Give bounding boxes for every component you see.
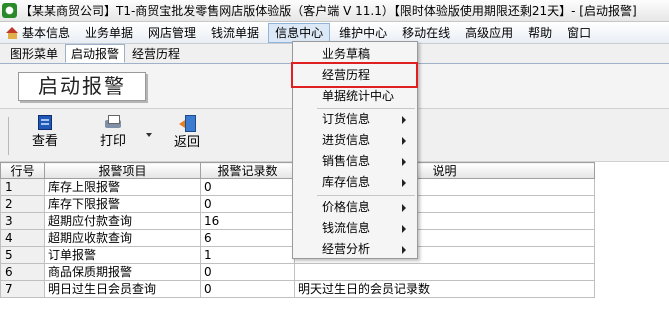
home-icon	[6, 26, 19, 39]
record-count-cell: 6	[200, 229, 295, 247]
dropdown-item-label: 业务草稿	[322, 47, 371, 61]
dropdown-item-label: 进货信息	[322, 133, 371, 147]
app-icon: ●	[2, 3, 17, 18]
record-count-cell: 0	[200, 263, 295, 281]
print-button[interactable]: 打印	[98, 115, 128, 150]
record-count-cell: 16	[200, 212, 295, 230]
dropdown-item-business-analysis[interactable]: 经营分析	[294, 239, 416, 260]
print-dropdown-arrow-icon[interactable]	[146, 133, 152, 137]
menu-advanced[interactable]: 高级应用	[459, 23, 519, 43]
submenu-arrow-icon	[402, 225, 406, 233]
view-button[interactable]: 查看	[30, 115, 60, 150]
alarm-item-cell: 订单报警	[44, 246, 201, 264]
dropdown-item-sales-info[interactable]: 销售信息	[294, 151, 416, 172]
dropdown-item-label: 价格信息	[322, 200, 371, 214]
row-number: 2	[0, 195, 45, 213]
menu-shop-management[interactable]: 网店管理	[142, 23, 202, 43]
description-cell: 明天过生日的会员记录数	[294, 280, 595, 298]
table-row[interactable]: 7 明日过生日会员查询 0 明天过生日的会员记录数	[0, 280, 595, 298]
alarm-item-cell: 超期应付款查询	[44, 212, 201, 230]
record-count-cell: 0	[200, 178, 295, 196]
printer-icon	[104, 115, 122, 130]
row-number: 1	[0, 178, 45, 196]
column-header-record-count[interactable]: 报警记录数	[200, 162, 295, 179]
alarm-item-cell: 库存上限报警	[44, 178, 201, 196]
dropdown-item-label: 订货信息	[322, 112, 371, 126]
submenu-arrow-icon	[402, 204, 406, 212]
window-title: 【某某商贸公司】T1-商贸宝批发零售网店版体验版（客户端 V 11.1）【限时体…	[20, 4, 637, 18]
record-count-cell: 0	[200, 280, 295, 298]
column-header-row-no[interactable]: 行号	[0, 162, 45, 179]
submenu-arrow-icon	[402, 137, 406, 145]
description-cell	[294, 263, 595, 281]
dropdown-item-label: 单据统计中心	[322, 89, 395, 103]
alarm-item-cell: 商品保质期报警	[44, 263, 201, 281]
alarm-item-cell: 明日过生日会员查询	[44, 280, 201, 298]
dropdown-item-inventory-info[interactable]: 库存信息	[294, 172, 416, 193]
menu-window[interactable]: 窗口	[561, 23, 597, 43]
title-bar: ● 【某某商贸公司】T1-商贸宝批发零售网店版体验版（客户端 V 11.1）【限…	[0, 0, 669, 22]
tab-startup-alarm[interactable]: 启动报警	[65, 44, 126, 63]
dropdown-item-cashflow-info[interactable]: 钱流信息	[294, 218, 416, 239]
dropdown-item-label: 钱流信息	[322, 221, 371, 235]
submenu-arrow-icon	[402, 246, 406, 254]
menu-cash-docs[interactable]: 钱流单据	[205, 23, 265, 43]
back-button[interactable]: 返回	[172, 115, 202, 151]
record-count-cell: 1	[200, 246, 295, 264]
row-number: 6	[0, 263, 45, 281]
back-icon	[179, 115, 196, 132]
dropdown-item-document-statistics[interactable]: 单据统计中心	[294, 86, 416, 107]
submenu-arrow-icon	[402, 158, 406, 166]
back-label: 返回	[173, 135, 200, 150]
table-row[interactable]: 6 商品保质期报警 0	[0, 263, 595, 281]
alarm-item-cell: 超期应收款查询	[44, 229, 201, 247]
tab-business-history[interactable]: 经营历程	[126, 44, 186, 63]
toolbar-divider	[8, 117, 9, 155]
menu-basic-info[interactable]: 基本信息	[4, 23, 76, 43]
highlight-box	[291, 62, 418, 88]
page-title: 启动报警	[18, 72, 146, 101]
dropdown-item-label: 经营分析	[322, 242, 371, 256]
menu-help[interactable]: 帮助	[522, 23, 558, 43]
submenu-arrow-icon	[402, 116, 406, 124]
record-count-cell: 0	[200, 195, 295, 213]
menu-info-center[interactable]: 信息中心	[268, 22, 331, 43]
submenu-arrow-icon	[402, 179, 406, 187]
row-number: 3	[0, 212, 45, 230]
menu-maintenance-center[interactable]: 维护中心	[333, 23, 393, 43]
dropdown-item-purchase-info[interactable]: 进货信息	[294, 130, 416, 151]
view-label: 查看	[31, 134, 58, 149]
row-number: 5	[0, 246, 45, 264]
column-header-alarm-item[interactable]: 报警项目	[44, 162, 201, 179]
menu-business-docs[interactable]: 业务单据	[79, 23, 139, 43]
dropdown-item-label: 库存信息	[322, 175, 371, 189]
dropdown-item-order-info[interactable]: 订货信息	[294, 109, 416, 130]
menu-mobile-online[interactable]: 移动在线	[396, 23, 456, 43]
menu-label: 基本信息	[22, 25, 71, 40]
print-label: 打印	[99, 134, 126, 149]
dropdown-item-label: 销售信息	[322, 154, 371, 168]
view-icon	[38, 115, 52, 130]
tab-graphic-menu[interactable]: 图形菜单	[4, 44, 64, 63]
row-number: 7	[0, 280, 45, 298]
alarm-item-cell: 库存下限报警	[44, 195, 201, 213]
dropdown-separator	[317, 195, 415, 196]
dropdown-item-price-info[interactable]: 价格信息	[294, 197, 416, 218]
row-number: 4	[0, 229, 45, 247]
